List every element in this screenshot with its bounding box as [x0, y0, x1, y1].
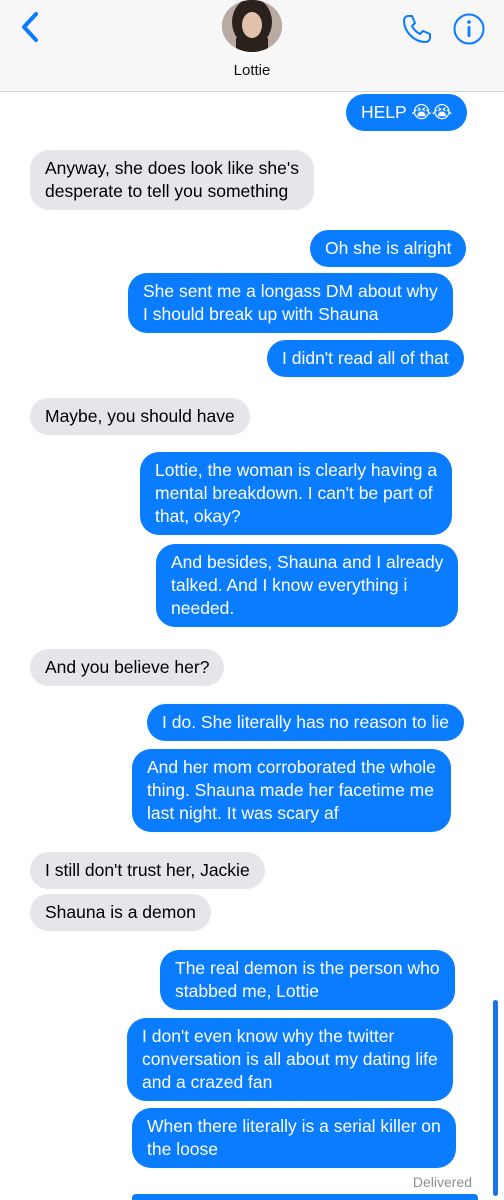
message-bubble-outgoing[interactable]: Lottie, the woman is clearly having a me… [140, 452, 453, 535]
message-bubble-incoming[interactable]: Shauna is a demon [30, 894, 211, 931]
message-bubble-incoming[interactable]: And you believe her? [30, 649, 225, 686]
message-text: HELP 😭😭 [361, 102, 453, 122]
contact-name[interactable]: Lottie [0, 62, 504, 79]
info-icon [453, 13, 485, 45]
back-button[interactable] [14, 10, 48, 44]
message-text: And besides, Shauna and I already talked… [171, 552, 444, 618]
message-bubble-outgoing[interactable]: And her mom corroborated the whole thing… [132, 749, 451, 832]
message-text: I do. She literally has no reason to lie [162, 712, 449, 732]
phone-icon [403, 15, 431, 43]
next-message-peek [132, 1194, 478, 1200]
call-button[interactable] [400, 12, 434, 46]
message-text: Lottie, the woman is clearly having a me… [155, 460, 438, 526]
message-text: Maybe, you should have [45, 406, 235, 426]
scrollbar[interactable] [493, 1000, 498, 1196]
message-text: I don't even know why the twitter conver… [142, 1026, 438, 1092]
message-bubble-outgoing[interactable]: I don't even know why the twitter conver… [127, 1018, 453, 1101]
message-bubble-incoming[interactable]: Anyway, she does look like she's despera… [30, 150, 314, 210]
message-bubble-incoming[interactable]: Maybe, you should have [30, 398, 250, 435]
message-text: Anyway, she does look like she's despera… [45, 158, 299, 201]
message-bubble-outgoing[interactable]: HELP 😭😭 [346, 94, 468, 131]
message-bubble-incoming[interactable]: I still don't trust her, Jackie [30, 852, 265, 889]
contact-avatar[interactable] [222, 0, 282, 52]
message-text: And her mom corroborated the whole thing… [147, 757, 436, 823]
message-text: The real demon is the person who stabbed… [175, 958, 440, 1001]
chevron-left-icon [22, 12, 38, 42]
message-text: Shauna is a demon [45, 902, 196, 922]
message-bubble-outgoing[interactable]: Oh she is alright [310, 230, 467, 267]
avatar-photo [222, 0, 282, 52]
message-bubble-outgoing[interactable]: The real demon is the person who stabbed… [160, 950, 455, 1010]
conversation-header: Lottie [0, 0, 504, 92]
info-button[interactable] [452, 12, 486, 46]
message-text: I still don't trust her, Jackie [45, 860, 250, 880]
message-text: She sent me a longass DM about why I sho… [143, 281, 438, 324]
message-text: Oh she is alright [325, 238, 452, 258]
message-text: And you believe her? [45, 657, 210, 677]
message-bubble-outgoing[interactable]: I didn't read all of that [267, 340, 464, 377]
message-bubble-outgoing[interactable]: She sent me a longass DM about why I sho… [128, 273, 453, 333]
message-bubble-outgoing[interactable]: And besides, Shauna and I already talked… [156, 544, 459, 627]
delivered-status: Delivered [412, 1174, 472, 1190]
message-text: When there literally is a serial killer … [147, 1116, 441, 1159]
message-bubble-outgoing[interactable]: I do. She literally has no reason to lie [147, 704, 464, 741]
message-text: I didn't read all of that [282, 348, 449, 368]
message-bubble-outgoing[interactable]: When there literally is a serial killer … [132, 1108, 456, 1168]
